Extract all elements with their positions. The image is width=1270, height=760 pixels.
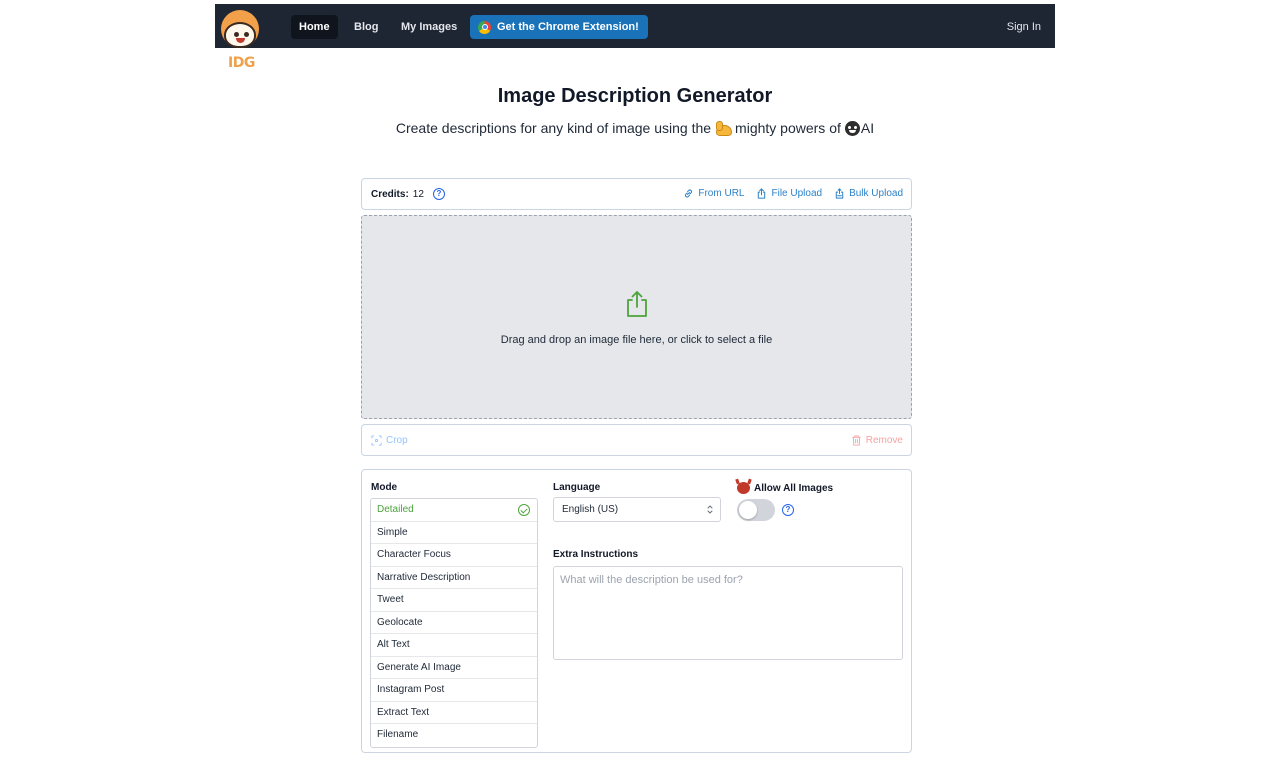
toggle-knob (739, 501, 757, 519)
mode-item[interactable]: Geolocate (371, 612, 537, 634)
chrome-extension-button[interactable]: Get the Chrome Extension! (470, 15, 648, 39)
page-title: Image Description Generator (497, 85, 773, 107)
from-url-button[interactable]: From URL (683, 188, 744, 199)
logo-mouth (236, 38, 245, 43)
remove-button[interactable]: Remove (851, 435, 903, 446)
language-select[interactable]: English (US) (553, 497, 721, 522)
image-dropzone[interactable]: Drag and drop an image file here, or cli… (361, 215, 912, 419)
mode-item[interactable]: Simple (371, 522, 537, 544)
credits-value: 12 (412, 188, 424, 200)
mode-item[interactable]: Extract Text (371, 702, 537, 724)
upload-icon (627, 291, 647, 317)
mode-item[interactable]: Alt Text (371, 634, 537, 657)
mode-item-label: Geolocate (377, 616, 423, 628)
chrome-extension-label: Get the Chrome Extension! (497, 21, 639, 33)
mode-item[interactable]: Tweet (371, 589, 537, 612)
mode-item-label: Detailed (377, 504, 414, 515)
allow-all-help-icon[interactable]: ? (782, 504, 794, 516)
mode-label: Mode (371, 482, 398, 493)
credits-bar: Credits: 12 ? From URL File Upload Bulk … (361, 178, 912, 210)
language-value: English (US) (562, 504, 619, 515)
check-circle-icon (518, 504, 530, 516)
upload-icon (758, 188, 766, 199)
chevron-up-down-icon (707, 505, 713, 514)
mode-item[interactable]: Filename (371, 724, 537, 747)
mode-item-label: Narrative Description (377, 571, 471, 583)
file-upload-label: File Upload (771, 188, 823, 199)
mode-item[interactable]: Instagram Post (371, 679, 537, 702)
remove-label: Remove (865, 435, 903, 446)
credits-help-icon[interactable]: ? (432, 188, 445, 200)
smiling-devil-icon (844, 120, 860, 136)
from-url-label: From URL (698, 188, 745, 199)
credits: Credits: 12 ? (371, 188, 445, 200)
crop-label: Crop (386, 435, 408, 446)
bulk-upload-label: Bulk Upload (849, 188, 903, 199)
crop-bar: Crop Remove (361, 424, 912, 456)
bulk-upload-icon (835, 188, 844, 199)
mode-item[interactable]: Detailed (371, 499, 537, 522)
mode-item[interactable]: Generate AI Image (371, 657, 537, 679)
bulk-upload-button[interactable]: Bulk Upload (834, 188, 903, 199)
extra-instructions-label: Extra Instructions (553, 549, 639, 560)
allow-all-images-label: Allow All Images (737, 482, 833, 494)
logo-eye (234, 32, 239, 37)
trash-icon (852, 435, 861, 446)
dropzone-text: Drag and drop an image file here, or cli… (500, 334, 773, 346)
link-icon (685, 189, 693, 198)
page-subtitle: Create descriptions for any kind of imag… (0, 120, 1270, 136)
mode-item-label: Tweet (377, 594, 404, 605)
mode-item-label: Simple (377, 526, 408, 538)
credits-label: Credits: (371, 188, 409, 200)
options-panel: Mode Detailed Simple Character Focus Narrat… (361, 469, 912, 753)
devil-icon (737, 482, 750, 494)
subtitle-text-1: Create descriptions for any kind of imag… (395, 120, 712, 136)
site-logo[interactable]: IDG (215, 10, 267, 72)
logo-face (224, 22, 256, 48)
upload-links: From URL File Upload Bulk Upload (683, 188, 903, 199)
logo-text: IDG (228, 55, 255, 71)
mode-item-label: Generate AI Image (377, 661, 461, 673)
crop-button[interactable]: Crop (371, 435, 408, 446)
subtitle-text-2: mighty powers of (735, 120, 841, 136)
sign-in-link[interactable]: Sign In (1007, 15, 1041, 39)
mode-item-label: Filename (377, 729, 419, 740)
nav-my-images-link[interactable]: My Images (393, 15, 465, 39)
logo-eye (244, 32, 249, 37)
crop-icon (371, 435, 382, 446)
file-upload-button[interactable]: File Upload (756, 188, 822, 199)
flexed-biceps-icon (715, 120, 733, 136)
chrome-icon (478, 20, 491, 34)
allow-all-images-text: Allow All Images (754, 482, 834, 494)
nav-home-link[interactable]: Home (291, 15, 338, 39)
mode-list: Detailed Simple Character Focus Narrative D… (370, 498, 538, 748)
nav-blog-link[interactable]: Blog (346, 15, 386, 39)
mode-item-label: Extract Text (377, 706, 430, 718)
mode-item-label: Alt Text (377, 639, 410, 650)
mode-item[interactable]: Character Focus (371, 544, 537, 567)
extra-instructions-input[interactable] (553, 566, 903, 660)
mode-item-label: Instagram Post (377, 684, 445, 695)
language-label: Language (553, 482, 601, 493)
subtitle-text-3: AI (860, 120, 875, 136)
mode-item[interactable]: Narrative Description (371, 567, 537, 589)
mode-item-label: Character Focus (377, 549, 451, 560)
allow-all-images-toggle[interactable] (737, 499, 775, 521)
